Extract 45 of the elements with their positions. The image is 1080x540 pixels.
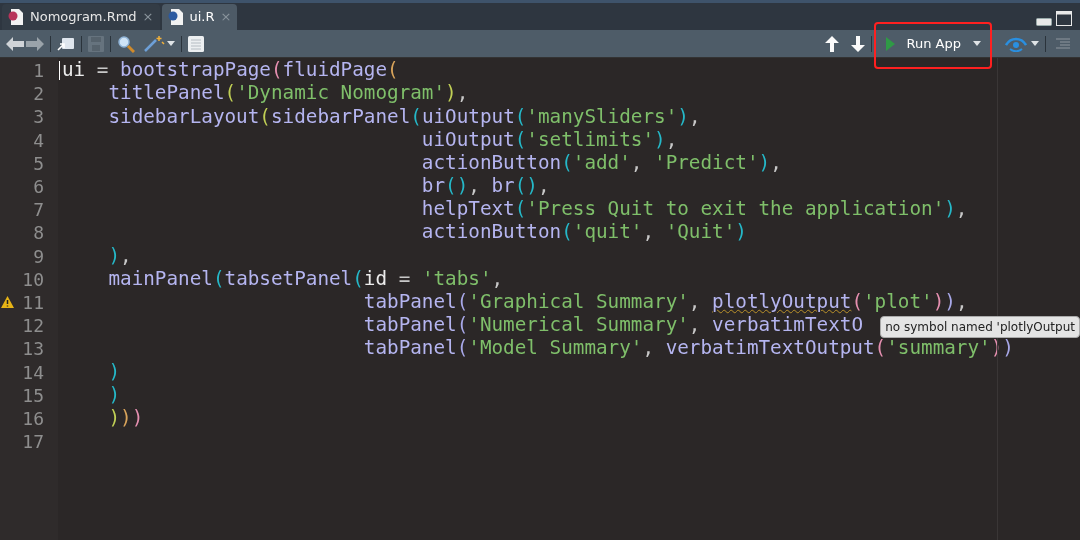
search-icon[interactable] xyxy=(117,34,135,53)
go-to-file-icon[interactable] xyxy=(57,35,75,52)
line-number: 1 xyxy=(33,59,44,84)
forward-arrow-icon[interactable] xyxy=(26,36,44,51)
file-tab[interactable]: ui.R × xyxy=(161,4,238,30)
line-number: 4 xyxy=(33,128,44,153)
code-line: tabPanel('Graphical Summary', plotlyOutput('plot')), xyxy=(362,289,968,315)
up-arrow-icon[interactable] xyxy=(824,35,839,52)
line-number: 16 xyxy=(22,406,44,431)
rmd-file-icon xyxy=(8,8,24,26)
code-line: uiOutput('setlimits'), xyxy=(420,127,678,153)
line-number: 15 xyxy=(22,383,44,408)
play-icon xyxy=(885,36,895,51)
text-cursor xyxy=(59,61,60,80)
line-number: 12 xyxy=(22,314,44,339)
minimize-icon[interactable] xyxy=(1036,18,1052,26)
file-tab[interactable]: Nomogram.Rmd × xyxy=(2,4,160,30)
error-tooltip: no symbol named 'plotlyOutput xyxy=(880,316,1080,339)
line-number: 7 xyxy=(33,198,44,223)
line-number: 3 xyxy=(33,105,44,130)
notebook-icon[interactable] xyxy=(188,35,204,52)
caret-icon xyxy=(973,41,981,46)
line-number: 14 xyxy=(22,360,44,385)
line-number: 9 xyxy=(33,244,44,269)
line-number: 2 xyxy=(33,82,44,107)
tab-label: Nomogram.Rmd xyxy=(30,8,137,27)
magic-wand-icon[interactable] xyxy=(143,34,165,53)
r-file-icon xyxy=(167,8,184,26)
tab-label: ui.R xyxy=(189,8,215,27)
line-number: 10 xyxy=(22,267,44,292)
line-number: 6 xyxy=(33,175,44,200)
run-app-button[interactable]: Run App xyxy=(877,32,989,55)
line-number: 17 xyxy=(22,430,44,455)
down-arrow-icon[interactable] xyxy=(850,35,865,52)
line-number: 13 xyxy=(22,337,44,362)
code-line: actionButton('add', 'Predict'), xyxy=(420,150,782,176)
maximize-icon[interactable] xyxy=(1056,11,1072,26)
line-number: 8 xyxy=(33,221,44,246)
line-number: 11 xyxy=(22,290,44,315)
close-icon[interactable]: × xyxy=(142,7,154,27)
caret-icon[interactable] xyxy=(1031,41,1039,46)
back-arrow-icon[interactable] xyxy=(6,36,24,51)
caret-icon[interactable] xyxy=(167,41,175,46)
code-line: tabPanel('Numerical Summary', verbatimTextO xyxy=(362,312,863,339)
line-number: 5 xyxy=(33,151,44,176)
